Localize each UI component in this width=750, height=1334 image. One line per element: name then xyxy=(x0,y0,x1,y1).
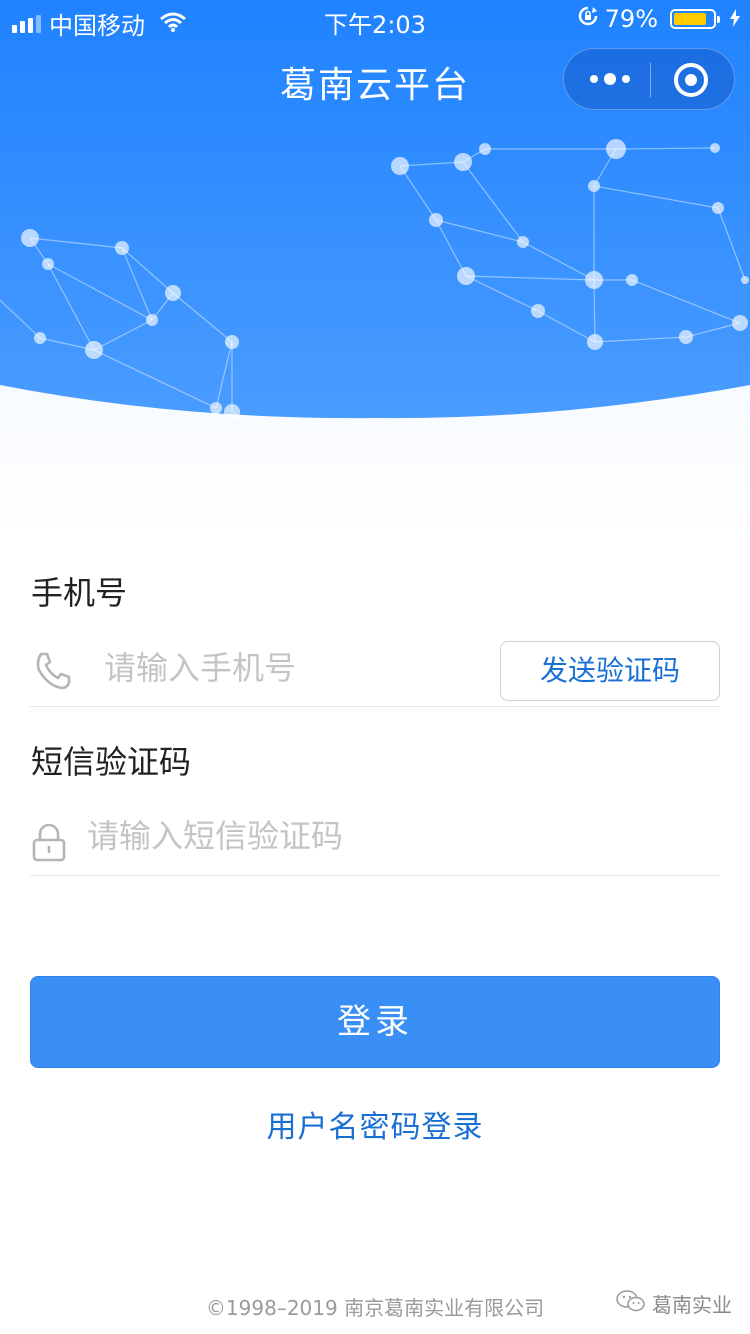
sms-code-label: 短信验证码 xyxy=(31,743,192,781)
close-miniprogram-icon[interactable] xyxy=(674,63,708,97)
status-bar: 中国移动 下午2:03 79% xyxy=(0,0,750,40)
phone-input[interactable] xyxy=(104,648,484,688)
rotation-lock-icon xyxy=(577,5,599,33)
username-password-login-link[interactable]: 用户名密码登录 xyxy=(0,1102,750,1146)
phone-label: 手机号 xyxy=(31,574,128,612)
battery-percent: 79% xyxy=(604,5,658,33)
status-right: 79% xyxy=(577,5,740,33)
wechat-watermark: 葛南实业 xyxy=(616,1289,732,1318)
send-code-button[interactable]: 发送验证码 xyxy=(500,641,720,701)
phone-field-row: 发送验证码 xyxy=(30,630,720,707)
lock-icon xyxy=(32,823,66,866)
login-button[interactable]: 登录 xyxy=(30,976,720,1068)
more-dots-icon[interactable] xyxy=(590,70,630,88)
watermark-text: 葛南实业 xyxy=(652,1293,732,1317)
phone-icon xyxy=(32,650,74,696)
battery-icon xyxy=(670,9,720,29)
sms-code-field-row xyxy=(30,800,720,876)
capsule-divider xyxy=(650,63,651,97)
sms-code-input[interactable] xyxy=(87,816,647,856)
miniprogram-capsule xyxy=(563,48,735,110)
charging-icon xyxy=(730,5,740,33)
wechat-icon xyxy=(616,1290,646,1317)
